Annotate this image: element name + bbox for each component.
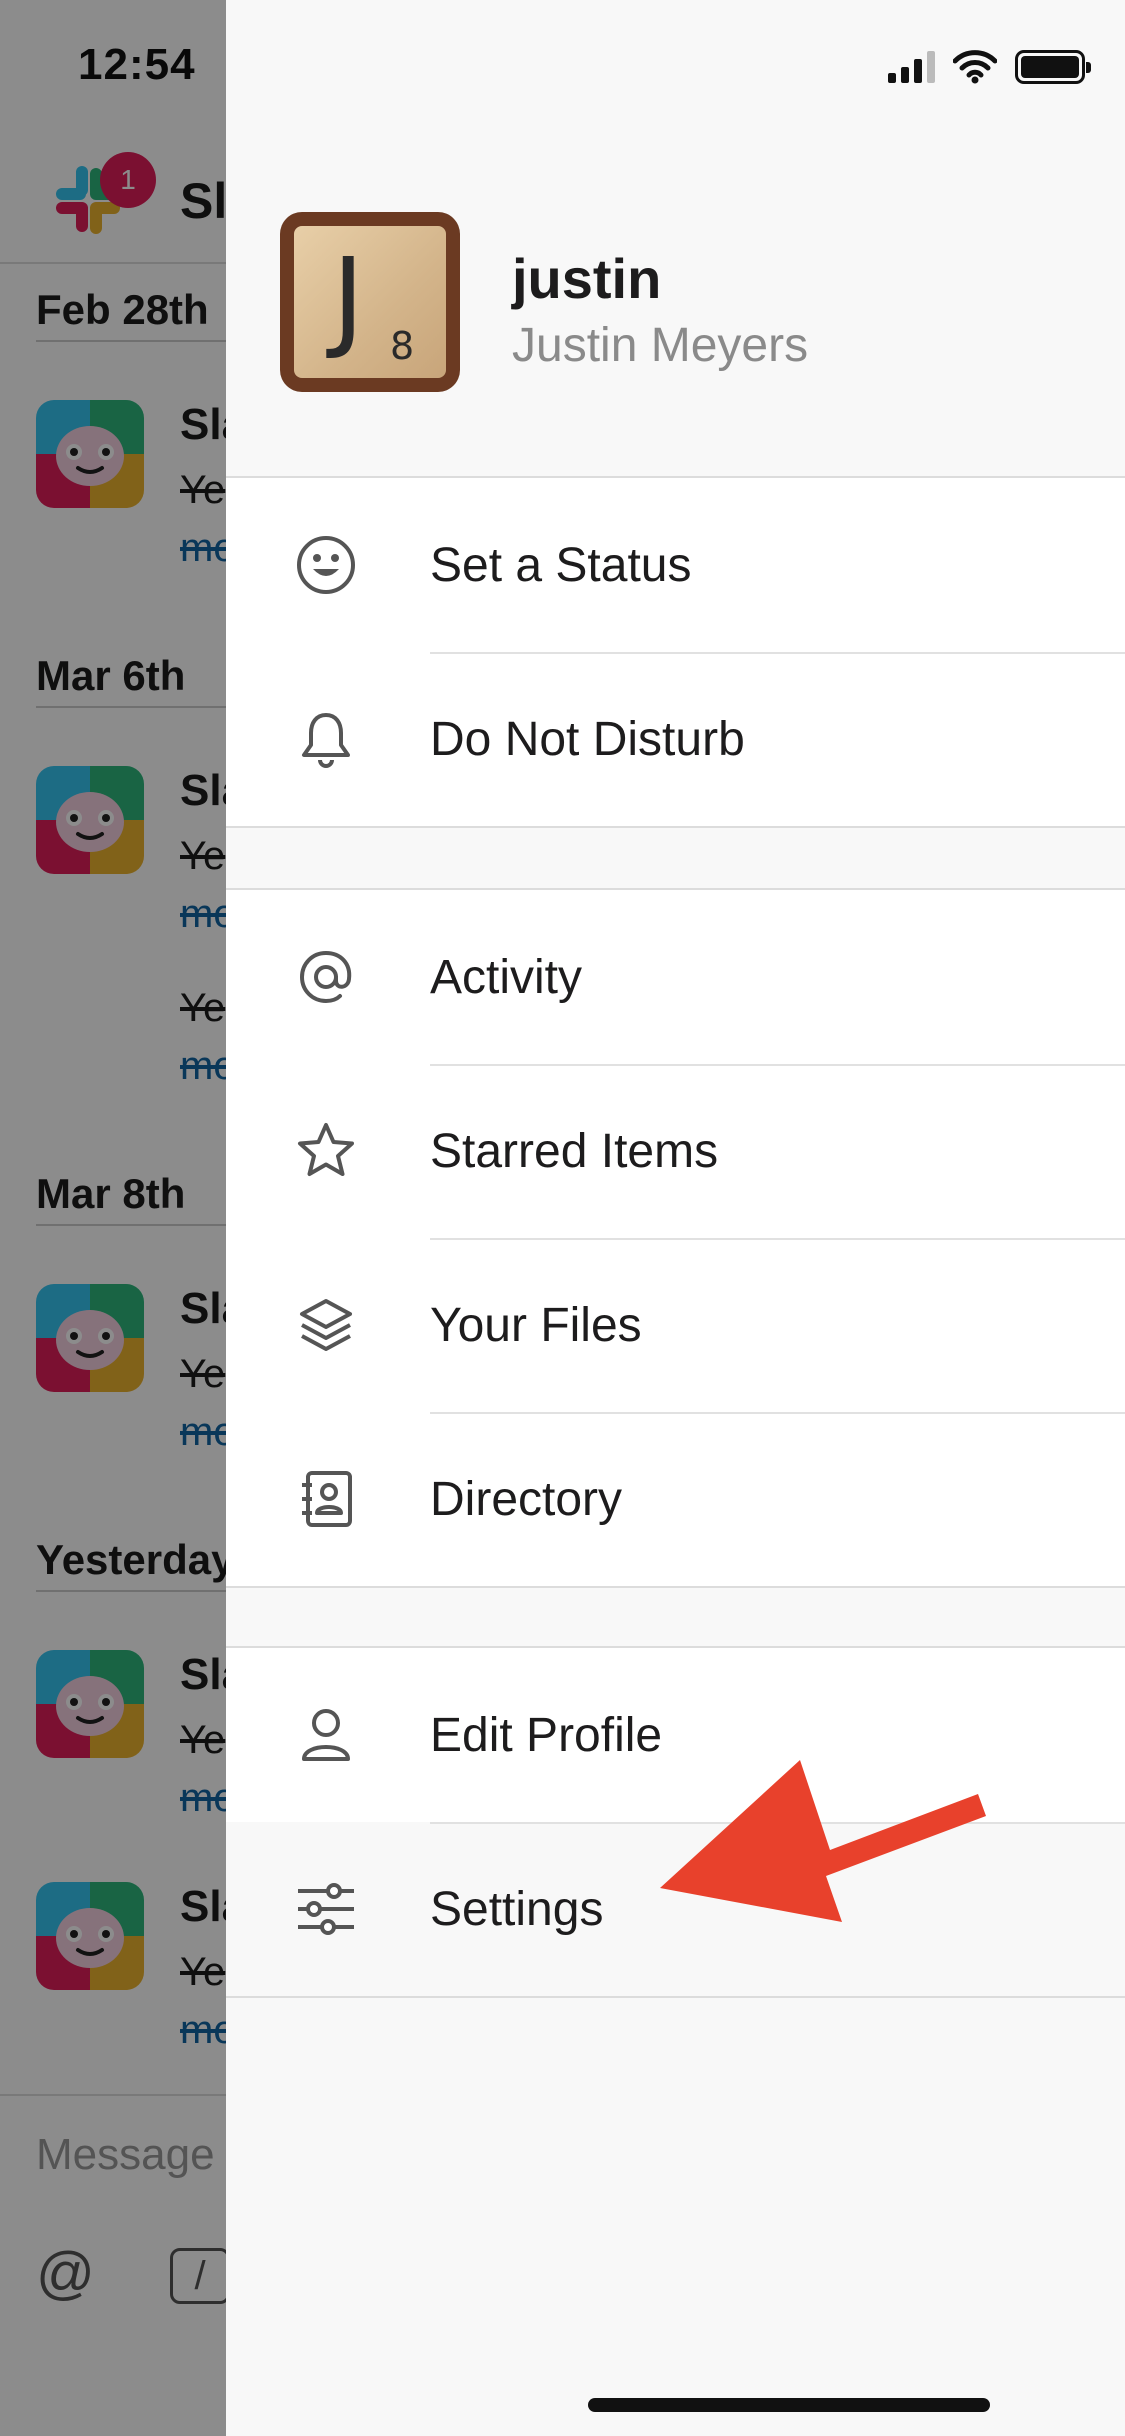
person-icon (302, 1709, 350, 1761)
star-icon (298, 1123, 354, 1176)
smiley-icon (297, 536, 355, 594)
main-menu-group: Activity Starred Items Your Files Direct… (226, 888, 1125, 1588)
menu-item-settings[interactable]: Settings (226, 1822, 1125, 1996)
bell-icon (302, 713, 350, 768)
menu-item-directory[interactable]: Directory (226, 1412, 1125, 1586)
menu-item-do-not-disturb[interactable]: Do Not Disturb (226, 652, 1125, 826)
wifi-icon (953, 50, 997, 84)
menu-label: Settings (430, 1882, 604, 1936)
menu-item-set-status[interactable]: Set a Status (226, 478, 1125, 652)
menu-label: Directory (430, 1472, 623, 1526)
menu-label: Edit Profile (430, 1708, 663, 1762)
menu-item-activity[interactable]: Activity (226, 890, 1125, 1064)
status-menu-group: Set a Status Do Not Disturb (226, 476, 1125, 828)
layers-icon (300, 1299, 352, 1351)
at-sign-icon (299, 950, 352, 1004)
profile-drawer: J 8 justin Justin Meyers Set a Status Do… (226, 0, 1125, 2436)
tile-number: 8 (390, 324, 415, 368)
menu-item-your-files[interactable]: Your Files (226, 1238, 1125, 1412)
menu-label: Starred Items (430, 1124, 719, 1178)
profile-avatar[interactable]: J 8 (280, 212, 460, 392)
home-indicator[interactable] (588, 2398, 990, 2412)
sliders-icon (298, 1883, 354, 1935)
menu-item-starred-items[interactable]: Starred Items (226, 1064, 1125, 1238)
contact-book-icon (302, 1471, 352, 1527)
menu-label: Your Files (430, 1298, 642, 1352)
profile-full-name: Justin Meyers (512, 319, 809, 372)
account-menu-group: Edit Profile Settings (226, 1646, 1125, 1998)
menu-label: Set a Status (430, 538, 692, 592)
battery-icon (1015, 50, 1091, 84)
scrabble-tile-image: J 8 (294, 226, 446, 378)
profile-handle[interactable]: justin (512, 246, 661, 311)
menu-label: Activity (430, 950, 583, 1004)
status-bar-icons (888, 50, 1091, 84)
menu-item-edit-profile[interactable]: Edit Profile (226, 1648, 1125, 1822)
tile-letter: J (332, 234, 365, 362)
menu-label: Do Not Disturb (430, 712, 745, 766)
cellular-signal-icon (888, 51, 935, 83)
